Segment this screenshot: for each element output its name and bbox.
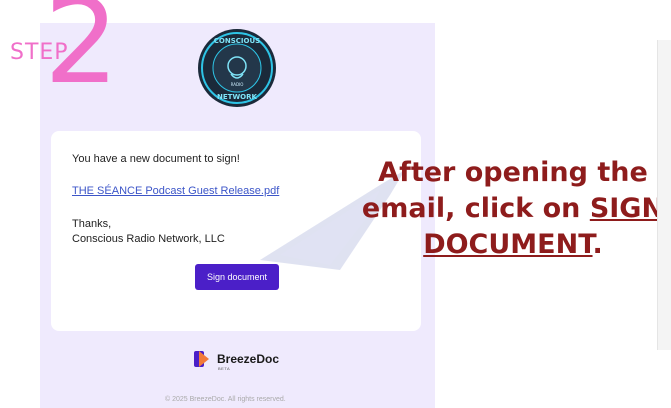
right-edge-panel [657, 40, 671, 350]
step-number: 2 [44, 0, 120, 110]
instruction-period: . [592, 229, 603, 260]
instruction-sign-word: SIGN [589, 193, 665, 224]
email-thanks: Thanks, [72, 218, 112, 230]
logo-top-text: CONSCIOUS [214, 37, 260, 45]
instruction-document-word: DOCUMENT [423, 229, 593, 260]
breezedoc-logo-icon [194, 351, 209, 367]
instruction-line-3: DOCUMENT. [352, 227, 671, 263]
conscious-radio-network-logo: CONSCIOUS RADIO NETWORK [198, 29, 276, 107]
instruction-line-2-prefix: email, click on [361, 193, 590, 224]
breezedoc-beta: BETA [218, 366, 231, 371]
breezedoc-brand: BreezeDoc BETA [193, 350, 280, 371]
logo-middle-text: RADIO [231, 82, 244, 87]
instruction-line-1: After opening the [378, 157, 648, 188]
email-company: Conscious Radio Network, LLC [72, 233, 225, 245]
breezedoc-name: BreezeDoc [217, 352, 280, 366]
instruction-line-2: email, click on SIGN [352, 191, 671, 227]
copyright-text: © 2025 BreezeDoc. All rights reserved. [165, 396, 286, 403]
email-message: You have a new document to sign! [72, 153, 240, 165]
instruction-text: After opening the email, click on SIGN D… [352, 155, 671, 263]
logo-bottom-text: NETWORK [217, 93, 257, 101]
